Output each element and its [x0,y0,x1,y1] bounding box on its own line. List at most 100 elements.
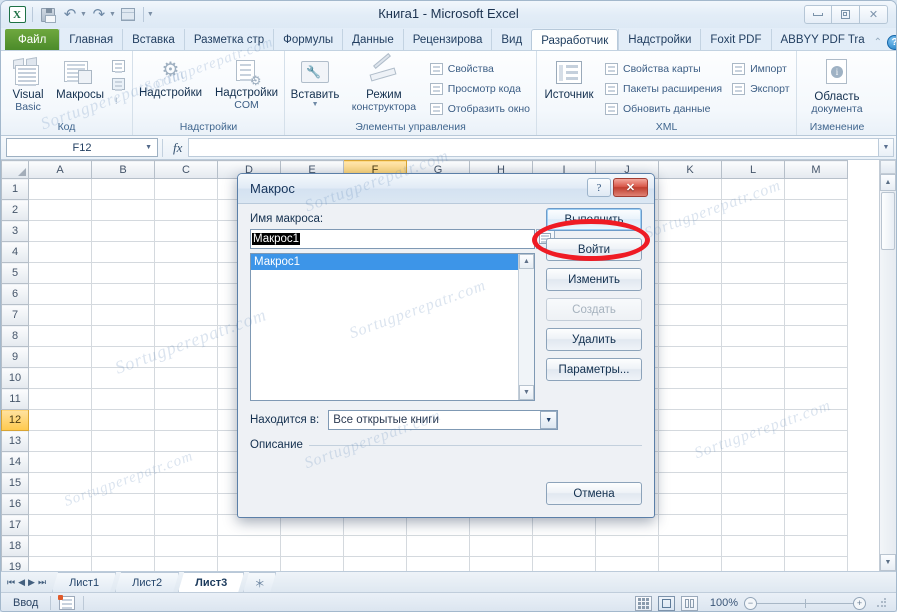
row-header-5[interactable]: 5 [1,262,29,284]
tab-formulas[interactable]: Формулы [273,29,342,50]
vertical-scrollbar[interactable]: ▲ ▼ [879,160,896,571]
quick-print-icon[interactable] [118,5,138,25]
cell-M6[interactable] [784,283,848,305]
cell-L9[interactable] [721,346,785,368]
macro-list-item[interactable]: Макрос1 [251,254,518,270]
row-header-3[interactable]: 3 [1,220,29,242]
cell-C11[interactable] [154,388,218,410]
cell-A18[interactable] [28,535,92,557]
cell-L19[interactable] [721,556,785,571]
cell-A14[interactable] [28,451,92,473]
cell-C15[interactable] [154,472,218,494]
row-header-6[interactable]: 6 [1,283,29,305]
cell-L13[interactable] [721,430,785,452]
zoom-track[interactable] [757,598,853,608]
cell-M11[interactable] [784,388,848,410]
insert-function-icon[interactable]: fx [167,140,188,156]
insert-sheet-icon[interactable]: ＊ [243,572,276,592]
step-into-button[interactable]: Войти [546,238,642,261]
cell-K7[interactable] [658,304,722,326]
macro-options-button[interactable]: Параметры... [546,358,642,381]
cell-L3[interactable] [721,220,785,242]
cell-C14[interactable] [154,451,218,473]
cell-M7[interactable] [784,304,848,326]
column-header-B[interactable]: B [91,160,155,179]
row-header-1[interactable]: 1 [1,178,29,200]
cell-K11[interactable] [658,388,722,410]
cell-C18[interactable] [154,535,218,557]
refresh-data-button[interactable]: Обновить данные [601,101,725,117]
cell-K18[interactable] [658,535,722,557]
cell-A19[interactable] [28,556,92,571]
macro-security-button[interactable] [108,94,129,108]
cell-B3[interactable] [91,220,155,242]
cell-L11[interactable] [721,388,785,410]
cell-A6[interactable] [28,283,92,305]
next-sheet-icon[interactable]: ▶ [28,577,35,588]
cell-B4[interactable] [91,241,155,263]
expansion-packs-button[interactable]: Пакеты расширения [601,81,725,97]
cell-K9[interactable] [658,346,722,368]
cell-L7[interactable] [721,304,785,326]
row-header-19[interactable]: 19 [1,556,29,571]
cell-B7[interactable] [91,304,155,326]
cell-A4[interactable] [28,241,92,263]
cell-K13[interactable] [658,430,722,452]
tab-view[interactable]: Вид [491,29,531,50]
macro-record-status-icon[interactable] [58,595,76,610]
prev-sheet-icon[interactable]: ◀ [18,577,25,588]
cell-J19[interactable] [595,556,659,571]
cell-A3[interactable] [28,220,92,242]
cell-C16[interactable] [154,493,218,515]
cell-B18[interactable] [91,535,155,557]
row-header-16[interactable]: 16 [1,493,29,515]
row-header-8[interactable]: 8 [1,325,29,347]
cell-C8[interactable] [154,325,218,347]
visual-basic-button[interactable]: Visual Basic [4,56,52,113]
macro-list-scroll-track[interactable] [519,269,534,385]
cell-F19[interactable] [343,556,407,571]
cell-C2[interactable] [154,199,218,221]
tab-file[interactable]: Файл [5,29,60,50]
resize-grip[interactable] [876,598,886,608]
cell-C12[interactable] [154,409,218,431]
tab-addins[interactable]: Надстройки [618,29,700,50]
tab-abbyy-pdf[interactable]: ABBYY PDF Tra [770,29,874,50]
cell-M16[interactable] [784,493,848,515]
collapse-ribbon-icon[interactable]: ⌃ [874,37,882,48]
cell-A2[interactable] [28,199,92,221]
cell-M9[interactable] [784,346,848,368]
name-box-dropdown-icon[interactable]: ▼ [145,144,152,151]
excel-logo-icon[interactable]: X [7,5,27,25]
cell-A1[interactable] [28,178,92,200]
relative-references-button[interactable] [108,76,129,92]
cancel-button[interactable]: Отмена [546,482,642,505]
cell-A13[interactable] [28,430,92,452]
row-header-9[interactable]: 9 [1,346,29,368]
cell-L18[interactable] [721,535,785,557]
cell-M8[interactable] [784,325,848,347]
scroll-up-icon[interactable]: ▲ [880,174,896,191]
insert-control-button[interactable]: 🔧 Вставить ▼ [288,56,342,108]
cell-M13[interactable] [784,430,848,452]
column-header-C[interactable]: C [154,160,218,179]
cell-I18[interactable] [532,535,596,557]
cell-B17[interactable] [91,514,155,536]
cell-K14[interactable] [658,451,722,473]
macro-list[interactable]: Макрос1 ▲ ▼ [250,253,535,401]
cell-K8[interactable] [658,325,722,347]
sheet-tab-list2[interactable]: Лист2 [115,572,179,592]
macro-dialog-help-button[interactable]: ? [587,178,611,197]
tab-review[interactable]: Рецензирова [402,29,492,50]
undo-icon[interactable]: ↶ [60,5,80,25]
cell-A8[interactable] [28,325,92,347]
record-macro-button[interactable] [108,58,129,74]
redo-icon[interactable]: ↷ [89,5,109,25]
macro-list-scrollbar[interactable]: ▲ ▼ [518,254,534,400]
column-header-M[interactable]: M [784,160,848,179]
zoom-out-icon[interactable]: − [744,596,757,610]
cell-A5[interactable] [28,262,92,284]
cell-K3[interactable] [658,220,722,242]
row-header-13[interactable]: 13 [1,430,29,452]
tab-page-layout[interactable]: Разметка стр [183,29,273,50]
